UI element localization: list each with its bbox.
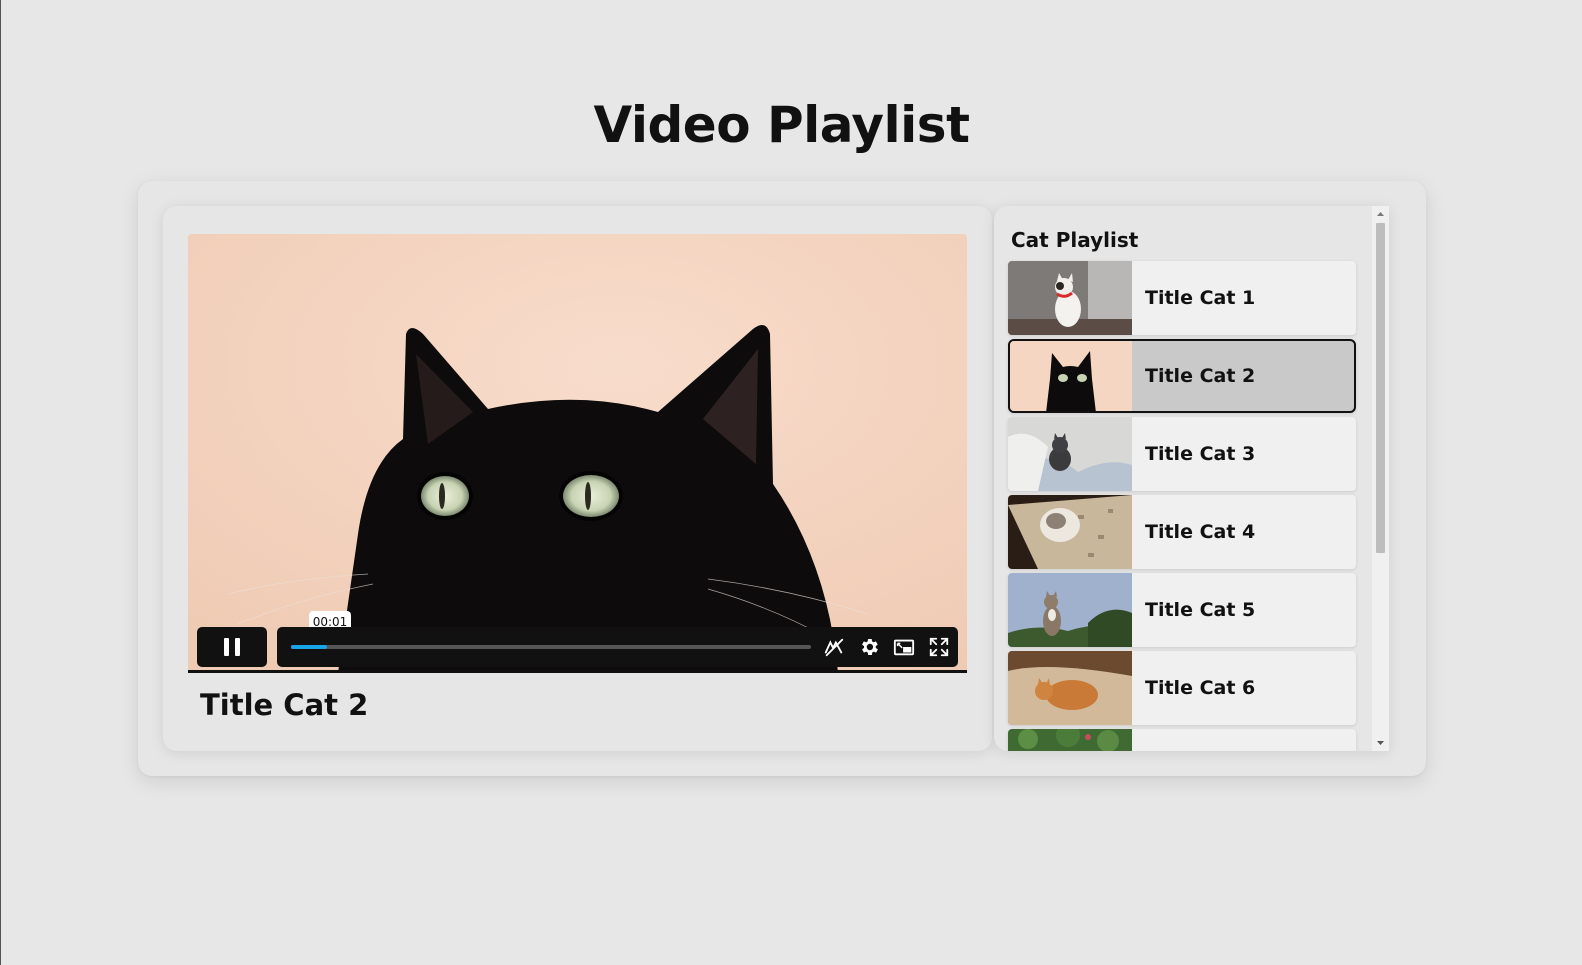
fullscreen-icon[interactable] <box>928 636 950 658</box>
video-frame-image <box>188 234 967 670</box>
progress-bar[interactable] <box>291 645 811 649</box>
scroll-up-arrow-icon[interactable] <box>1372 206 1389 223</box>
scrollbar-thumb[interactable] <box>1376 223 1385 553</box>
playlist-heading: Cat Playlist <box>1011 228 1139 252</box>
page-title: Video Playlist <box>593 96 970 154</box>
video-thumbnail <box>1008 573 1132 647</box>
pause-icon-bar <box>235 638 240 656</box>
playlist-item[interactable]: Title Cat 1 <box>1008 261 1356 335</box>
picture-in-picture-icon[interactable] <box>893 636 915 658</box>
playlist-item[interactable] <box>1008 729 1356 751</box>
playlist-item-label: Title Cat 1 <box>1145 287 1256 309</box>
video-thumbnail <box>1008 495 1132 569</box>
playlist-item[interactable]: Title Cat 4 <box>1008 495 1356 569</box>
pause-button[interactable] <box>197 627 267 667</box>
scroll-down-arrow-icon[interactable] <box>1372 734 1389 751</box>
playlist-item[interactable]: Title Cat 2 <box>1008 339 1356 413</box>
video-thumbnail <box>1010 341 1132 411</box>
now-playing-title: Title Cat 2 <box>200 688 369 722</box>
gear-icon[interactable] <box>858 636 880 658</box>
video-thumbnail <box>1008 729 1132 751</box>
video-player[interactable]: 00:01 <box>188 234 967 673</box>
playlist-scrollbar[interactable] <box>1372 206 1389 751</box>
playlist-item-label: Title Cat 6 <box>1145 677 1256 699</box>
playlist-item-label: Title Cat 3 <box>1145 443 1256 465</box>
playlist-item[interactable]: Title Cat 6 <box>1008 651 1356 725</box>
video-thumbnail <box>1008 651 1132 725</box>
video-thumbnail <box>1008 417 1132 491</box>
captions-off-icon[interactable] <box>823 636 845 658</box>
pause-icon <box>224 638 229 656</box>
playlist-item-label: Title Cat 5 <box>1145 599 1256 621</box>
playlist-item-label: Title Cat 2 <box>1145 365 1256 387</box>
video-controls <box>197 627 958 667</box>
playlist-item[interactable]: Title Cat 5 <box>1008 573 1356 647</box>
control-bar <box>277 627 958 667</box>
video-thumbnail <box>1008 261 1132 335</box>
playlist-panel: Cat Playlist Title Cat 1 Title Cat 2 Tit… <box>994 206 1389 751</box>
progress-fill <box>291 645 328 649</box>
playlist-item-label: Title Cat 4 <box>1145 521 1256 543</box>
playlist-item[interactable]: Title Cat 3 <box>1008 417 1356 491</box>
